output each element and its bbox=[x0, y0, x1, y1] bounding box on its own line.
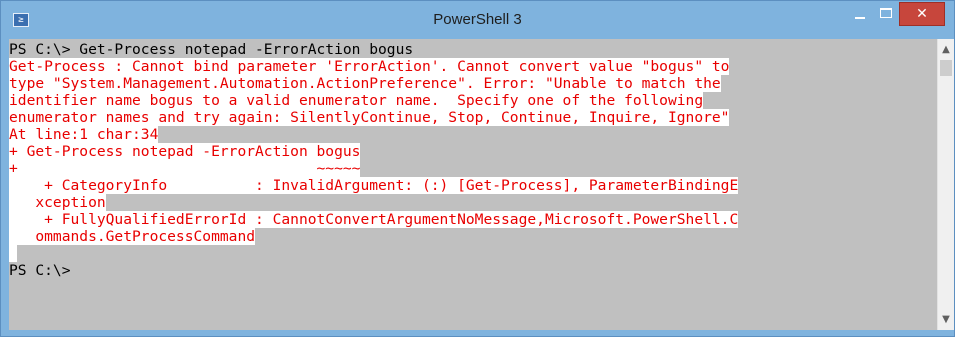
error-line: Get-Process : Cannot bind parameter 'Err… bbox=[9, 58, 730, 75]
prompt-line: PS C:\> bbox=[9, 262, 71, 279]
error-line: + FullyQualifiedErrorId : CannotConvertA… bbox=[9, 211, 739, 228]
minimize-button[interactable] bbox=[847, 2, 873, 26]
error-line: identifier name bogus to a valid enumera… bbox=[9, 92, 704, 109]
error-line: ommands.GetProcessCommand bbox=[9, 228, 256, 245]
powershell-window: PowerShell 3 ≥ ✕ PS C:\> Get-Process not… bbox=[0, 0, 955, 337]
command-line: PS C:\> Get-Process notepad -ErrorAction… bbox=[9, 41, 414, 58]
scroll-up-icon[interactable]: ▲ bbox=[938, 41, 954, 58]
error-line: + Get-Process notepad -ErrorAction bogus bbox=[9, 143, 361, 160]
close-icon: ✕ bbox=[916, 6, 928, 22]
powershell-icon[interactable]: ≥ bbox=[13, 13, 29, 27]
maximize-icon bbox=[880, 8, 892, 18]
error-blank-line bbox=[9, 245, 17, 262]
error-line: enumerator names and try again: Silently… bbox=[9, 109, 730, 126]
minimize-icon bbox=[855, 17, 865, 19]
scroll-down-icon[interactable]: ▼ bbox=[938, 311, 954, 328]
error-line: At line:1 char:34 bbox=[9, 126, 159, 143]
maximize-button[interactable] bbox=[873, 2, 899, 26]
scroll-thumb[interactable] bbox=[940, 60, 952, 76]
error-line: xception bbox=[9, 194, 106, 211]
title-bar[interactable]: PowerShell 3 ≥ ✕ bbox=[1, 1, 954, 39]
console-output[interactable]: PS C:\> Get-Process notepad -ErrorAction… bbox=[9, 39, 937, 330]
error-line: + ~~~~~ bbox=[9, 160, 361, 177]
window-title: PowerShell 3 bbox=[433, 11, 522, 28]
error-line: type "System.Management.Automation.Actio… bbox=[9, 75, 721, 92]
error-line: + CategoryInfo : InvalidArgument: (:) [G… bbox=[9, 177, 739, 194]
close-button[interactable]: ✕ bbox=[899, 2, 945, 26]
vertical-scrollbar[interactable]: ▲ ▼ bbox=[937, 39, 954, 330]
window-bottom-border bbox=[1, 330, 954, 336]
